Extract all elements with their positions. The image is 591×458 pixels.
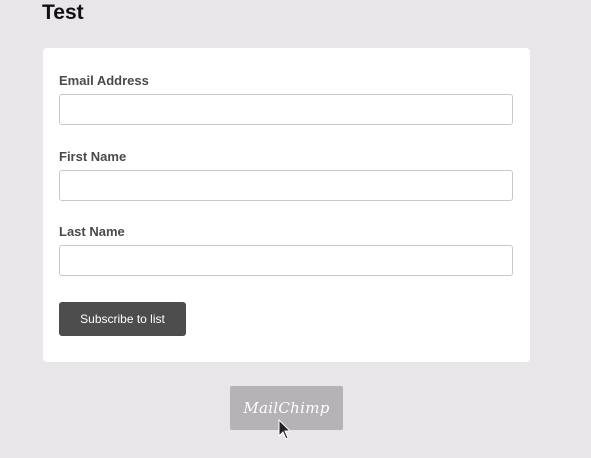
subscribe-button[interactable]: Subscribe to list: [59, 302, 186, 336]
last-name-label: Last Name: [59, 224, 125, 239]
signup-form-card: Email Address First Name Last Name Subsc…: [43, 48, 530, 362]
first-name-label: First Name: [59, 149, 127, 164]
mailchimp-logo: MailChimp: [243, 399, 330, 417]
email-address-label: Email Address: [59, 73, 149, 88]
mouse-pointer-icon: [278, 419, 290, 440]
email-address-input[interactable]: [59, 94, 513, 125]
page-title: Test: [42, 1, 84, 24]
last-name-input[interactable]: [59, 245, 513, 276]
first-name-input[interactable]: [59, 170, 513, 201]
